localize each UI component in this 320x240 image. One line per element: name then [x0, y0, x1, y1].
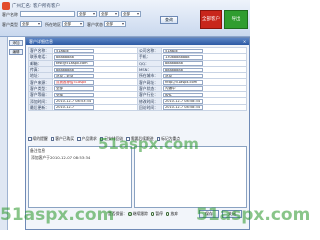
field-label: 客户行业： [137, 91, 162, 99]
field-input[interactable]: 北京 [163, 73, 203, 78]
field-input[interactable]: 88888888 [54, 55, 94, 60]
close-icon[interactable]: × [242, 39, 247, 44]
field-input[interactable]: 88888888 [163, 67, 203, 72]
field-input[interactable]: 88888888 [163, 61, 203, 66]
watermark: 51aspx.com [196, 205, 311, 225]
notes-title: 备注信息 [30, 148, 46, 153]
checkbox-item[interactable]: 客户已购买 [50, 136, 75, 142]
field-label: 添加时间： [28, 97, 53, 105]
field-label: 所在城市： [137, 72, 162, 80]
field-input[interactable]: 2010-12-7 [54, 105, 94, 110]
type-label: 客户类型 [2, 22, 18, 27]
notes-box[interactable]: 备注信息 添加客户于2010-12-07 08:53:34 [28, 146, 132, 208]
field-input[interactable]: 全部 [54, 92, 94, 97]
field-input[interactable]: http://51aspx.com [163, 80, 203, 85]
field-label: 客户网址： [137, 78, 162, 86]
field-input[interactable]: 北京 - 北京 [54, 73, 94, 78]
field-label: 公司名称： [137, 46, 162, 55]
left-strip [0, 37, 8, 230]
watermark: 51aspx.com [0, 205, 115, 225]
field-label: 回访时间： [137, 103, 162, 111]
export-button[interactable]: 导出 [224, 10, 248, 29]
add-button[interactable]: 添加 [9, 40, 23, 46]
field-label: 客户来源： [28, 78, 53, 86]
filter-select-b[interactable]: 全部 [99, 11, 119, 17]
field-input[interactable]: 2010-12-7 08:53:34 [54, 99, 94, 104]
checkbox-label: 产品需求 [81, 136, 97, 141]
field-input[interactable]: 2010-12-7 08:58:34 [163, 105, 203, 110]
followup-box[interactable] [134, 146, 247, 208]
radio-label: 暂停 [155, 211, 163, 216]
field-label: 客户状态： [137, 84, 162, 93]
radio-item[interactable]: 放弃 [165, 211, 179, 217]
field-label: 客户等级： [28, 91, 53, 99]
field-label: 修改时间： [137, 97, 162, 105]
watermark: 51aspx.com [98, 135, 199, 153]
edit-button[interactable]: 编辑 [9, 49, 23, 55]
radio-label: 放弃 [170, 211, 179, 216]
region-select[interactable]: 全部 [62, 21, 84, 27]
customer-detail-dialog: 客户详细信息 × 客户名称： 51aspx 公司名称： 51aspx 联系电话： 8888… [25, 37, 250, 230]
field-input[interactable]: 2010-12-7 08:58:34 [163, 99, 203, 104]
customer-name-input[interactable] [20, 11, 75, 17]
customer-info-table: 客户名称： 51aspx 公司名称： 51aspx 联系电话： 88888888 手机： 13… [28, 46, 247, 111]
field-input[interactable]: 点我推荐给51aspx [54, 80, 94, 85]
checkbox-label: 客户已购买 [55, 136, 75, 141]
notes-text: 添加客户于2010-12-07 08:53:34 [31, 155, 91, 160]
checkbox-icon[interactable] [77, 137, 81, 141]
radio-icon[interactable] [128, 212, 132, 216]
left-nav: 添加 编辑 [8, 37, 24, 67]
top-toolbar: 广州汇名: 客户所有客户 客户名称 全部 全部 全部 客户类型 全部 所在地区 … [0, 0, 250, 37]
field-label: 客户名称： [28, 46, 53, 55]
search-button[interactable]: 查询 [160, 16, 178, 24]
radio-icon[interactable] [165, 212, 170, 216]
filter-select-c[interactable]: 全部 [121, 11, 141, 17]
app-logo-icon [2, 2, 10, 10]
field-label: 最后更新： [28, 103, 53, 111]
field-input[interactable]: 沟通中 [163, 86, 203, 91]
checkbox-icon[interactable] [50, 137, 55, 141]
radio-icon[interactable] [150, 212, 155, 216]
field-input[interactable]: test@51aspx.com [54, 61, 94, 66]
filter-select-a[interactable]: 全部 [77, 11, 97, 17]
field-value: 2010-12-7 [52, 103, 138, 111]
field-label: 客户类型： [28, 84, 53, 93]
checkbox-icon[interactable] [28, 137, 32, 141]
field-value: 2010-12-7 08:58:34 [161, 103, 247, 111]
radio-item[interactable]: 暂停 [150, 211, 163, 217]
status-label: 客户状态 [87, 22, 103, 27]
type-select[interactable]: 全部 [20, 21, 42, 27]
table-row: 最后更新： 2010-12-7 回访时间： 2010-12-7 08:58:34 [28, 103, 247, 111]
radio-item[interactable]: 继续跟踪 [128, 211, 148, 217]
checkbox-label: 续约提醒 [32, 136, 48, 141]
field-input[interactable]: 51aspx [54, 48, 94, 53]
status-select[interactable]: 全部 [104, 21, 126, 27]
checkbox-item[interactable]: 续约提醒 [28, 136, 48, 142]
radio-label: 继续跟踪 [132, 211, 148, 216]
field-input[interactable]: 51aspx [163, 48, 203, 53]
all-customers-button[interactable]: 全部客户 [200, 10, 222, 29]
customer-label: 客户名称 [2, 12, 18, 17]
field-input[interactable]: 全部 [54, 86, 94, 91]
field-label: 联系电话： [28, 53, 53, 61]
toolbar-title: 广州汇名: 客户所有客户 [12, 4, 60, 9]
dialog-header: 客户详细信息 × [26, 38, 249, 45]
checkbox-item[interactable]: 产品需求 [77, 136, 97, 142]
field-input[interactable]: 13088888888 [163, 55, 203, 60]
field-input[interactable]: 软件 [163, 92, 203, 97]
dialog-title: 客户详细信息 [29, 39, 53, 44]
field-input[interactable]: 88888888 [54, 67, 94, 72]
region-label: 所在地区 [45, 22, 61, 27]
